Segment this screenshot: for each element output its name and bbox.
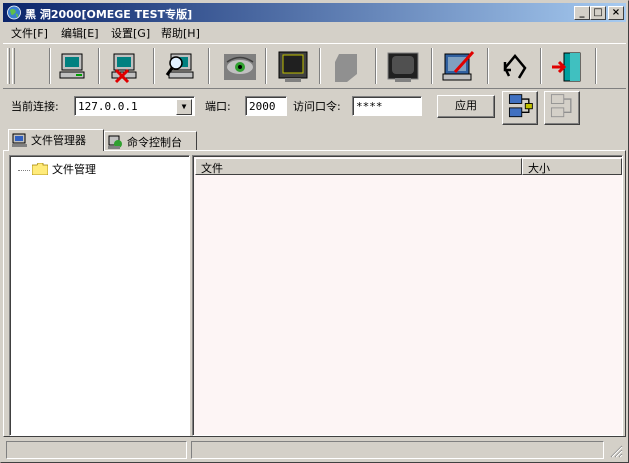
menu-settings[interactable]: 设置[G] (111, 25, 150, 41)
password-input[interactable]: **** (352, 96, 422, 116)
status-pane-right (191, 441, 604, 459)
port-label: 端口: (205, 100, 231, 113)
toolbar-separator (208, 48, 210, 84)
toolbar-grip[interactable] (12, 48, 15, 84)
current-connection-label: 当前连接: (11, 100, 59, 113)
password-value: **** (356, 100, 383, 113)
toolbar-separator (595, 48, 597, 84)
toolbar-separator (49, 48, 51, 84)
toolbar-separator (319, 48, 321, 84)
toolbar-separator (431, 48, 433, 84)
column-header-size[interactable]: 大小 (522, 158, 622, 175)
file-manager-icon (12, 133, 27, 147)
current-connection-combo[interactable]: 127.0.0.1 ▼ (74, 96, 195, 116)
status-bar (3, 439, 626, 460)
console-icon (108, 135, 122, 149)
toolbar-separator (98, 48, 100, 84)
toolbar-grip[interactable] (7, 48, 10, 84)
exit-door-icon[interactable] (548, 50, 584, 84)
current-connection-value: 127.0.0.1 (78, 100, 138, 113)
resize-grip-icon[interactable] (609, 444, 623, 458)
title-bar[interactable]: 黑 洞2000[OMEGE TEST专版] _ □ × (3, 3, 626, 22)
folder-icon (31, 162, 49, 176)
edit-notebook-icon[interactable] (441, 50, 477, 84)
menu-help[interactable]: 帮助[H] (161, 25, 200, 41)
tab-strip: 文件管理器 命令控制台 (3, 129, 626, 151)
connect-host-icon[interactable] (56, 50, 92, 84)
toolbar-separator (153, 48, 155, 84)
port-input[interactable]: 2000 (245, 96, 287, 116)
disabled-icon[interactable] (329, 50, 365, 84)
toolbar-separator (265, 48, 267, 84)
column-header-file[interactable]: 文件 (195, 158, 522, 175)
tab-file-manager[interactable]: 文件管理器 (8, 129, 104, 151)
tab-console[interactable]: 命令控制台 (104, 131, 197, 151)
tv-screen-icon[interactable] (385, 50, 421, 84)
main-window: 黑 洞2000[OMEGE TEST专版] _ □ × 文件[F] 编辑[E] … (0, 0, 629, 463)
tree-connector (18, 169, 30, 171)
folder-tree[interactable]: 文件管理 (9, 155, 190, 436)
status-pane-left (6, 441, 187, 459)
close-button[interactable]: × (608, 6, 624, 20)
toolbar-separator (540, 48, 542, 84)
menu-edit[interactable]: 编辑[E] (61, 25, 99, 41)
watch-eye-icon[interactable] (222, 50, 258, 84)
toolbar-separator (375, 48, 377, 84)
network-disconnect-icon (550, 94, 572, 118)
screen-monitor-icon[interactable] (275, 50, 311, 84)
file-list[interactable]: 文件 大小 (192, 155, 623, 436)
connect-plug-button[interactable] (502, 91, 538, 125)
minimize-button[interactable]: _ (574, 6, 590, 20)
window-title: 黑 洞2000[OMEGE TEST专版] (25, 8, 193, 21)
disconnect-plug-button[interactable] (544, 91, 580, 125)
tab-file-manager-label: 文件管理器 (31, 134, 86, 147)
maximize-button[interactable]: □ (590, 6, 606, 20)
tree-node-root[interactable]: 文件管理 (18, 161, 96, 177)
search-host-icon[interactable] (163, 50, 199, 84)
refresh-arrow-icon[interactable] (497, 50, 533, 84)
apply-button[interactable]: 应用 (437, 95, 495, 118)
port-value: 2000 (249, 100, 276, 113)
toolbar-separator (487, 48, 489, 84)
disconnect-host-icon[interactable] (108, 50, 144, 84)
globe-app-icon (6, 5, 22, 20)
chevron-down-icon[interactable]: ▼ (176, 99, 192, 115)
password-label: 访问口令: (293, 100, 341, 113)
connection-bar: 当前连接: 127.0.0.1 ▼ 端口: 2000 访问口令: **** 应用 (3, 90, 626, 128)
tab-content: 文件管理 文件 大小 (3, 150, 626, 437)
menu-file[interactable]: 文件[F] (11, 25, 48, 41)
menu-bar: 文件[F] 编辑[E] 设置[G] 帮助[H] (3, 23, 626, 42)
tree-node-label: 文件管理 (52, 163, 96, 176)
tab-console-label: 命令控制台 (127, 136, 182, 149)
network-connect-icon (508, 94, 533, 118)
toolbar (3, 43, 626, 89)
